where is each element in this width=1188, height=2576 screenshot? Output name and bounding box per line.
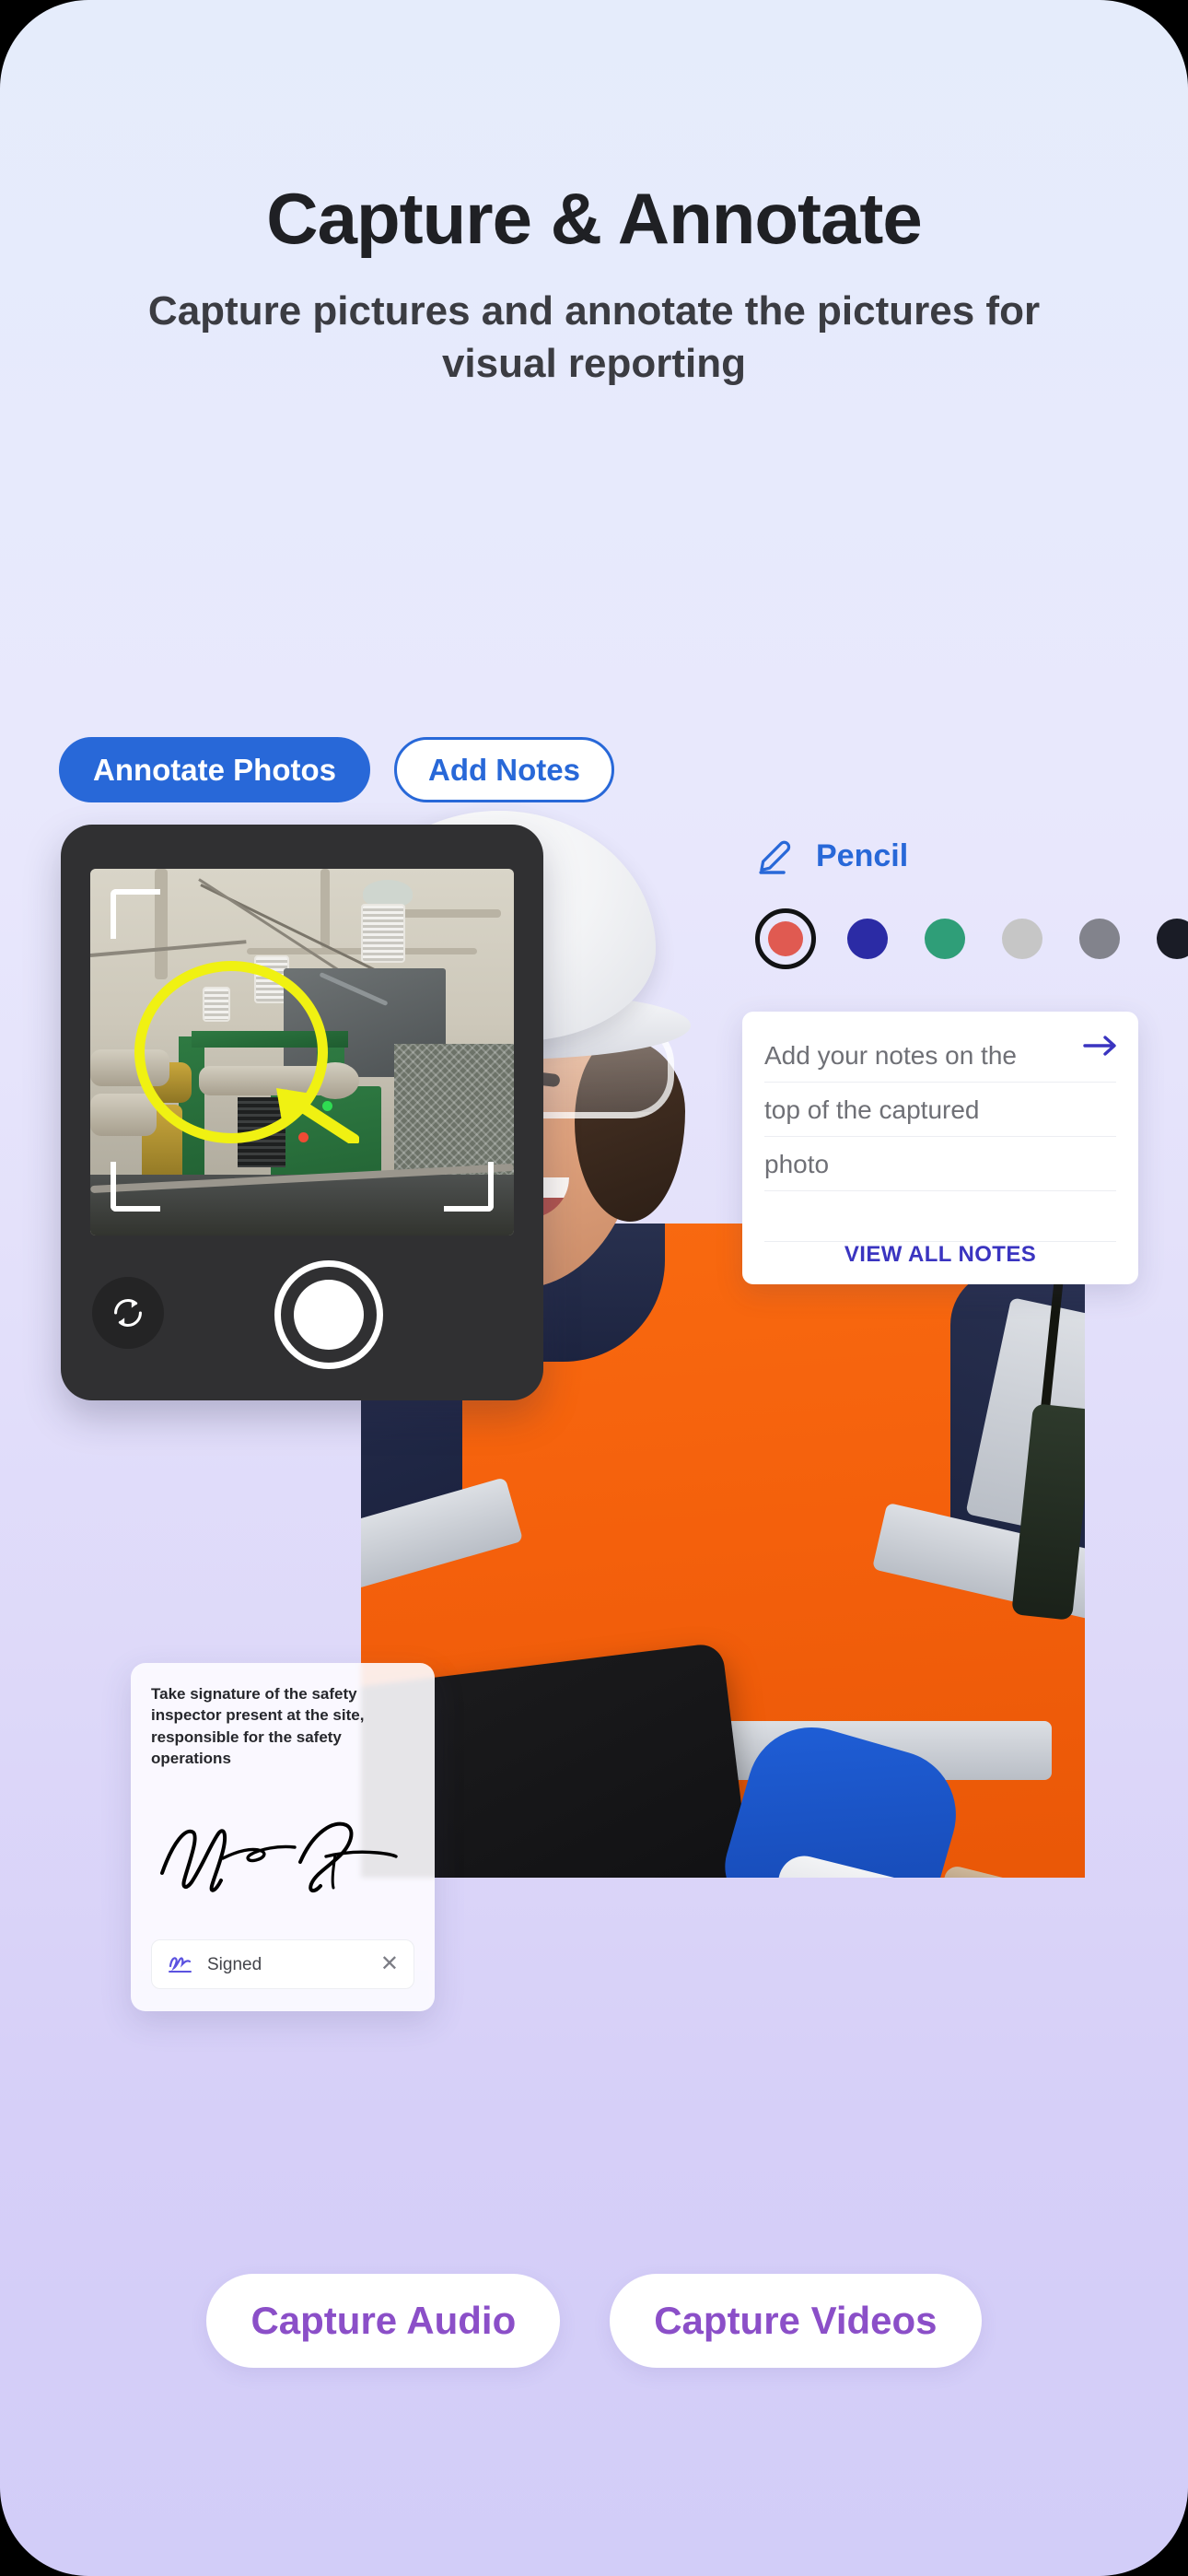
focus-bracket-bottom-left [111, 1162, 160, 1212]
capture-videos-button[interactable]: Capture Videos [610, 2274, 982, 2368]
header: Capture & Annotate Capture pictures and … [0, 181, 1188, 390]
pencil-icon [759, 840, 791, 874]
tab-add-notes[interactable]: Add Notes [393, 737, 614, 802]
camera-module [61, 825, 543, 1400]
flip-camera-icon [114, 1298, 142, 1328]
shutter-button[interactable] [274, 1260, 383, 1369]
annotation-tabs: Annotate Photos Add Notes [59, 737, 614, 802]
tab-annotate-photos[interactable]: Annotate Photos [59, 737, 370, 802]
roller [90, 1094, 157, 1136]
pencil-tool-header[interactable]: Pencil [755, 835, 1188, 877]
camera-controls [61, 1260, 543, 1375]
bottom-action-buttons: Capture Audio Capture Videos [0, 2274, 1188, 2368]
signed-status-row[interactable]: Signed ✕ [151, 1939, 414, 1989]
color-swatch-indigo[interactable] [842, 913, 893, 965]
color-swatch-gray[interactable] [1074, 913, 1125, 965]
phone-screen: Capture & Annotate Capture pictures and … [0, 0, 1188, 2576]
page-title: Capture & Annotate [266, 178, 922, 259]
pencil-tool-label: Pencil [816, 838, 909, 873]
capture-audio-button[interactable]: Capture Audio [206, 2274, 561, 2368]
color-swatches [755, 908, 1188, 969]
annotation-arrow [276, 1088, 359, 1143]
focus-bracket-bottom-right [444, 1162, 494, 1212]
view-all-notes-link[interactable]: VIEW ALL NOTES [742, 1242, 1138, 1268]
notes-card: Add your notes on the top of the capture… [742, 1012, 1138, 1284]
signed-label: Signed [207, 1954, 262, 1974]
signature-card: Take signature of the safety inspector p… [131, 1663, 435, 2011]
notes-input-area[interactable]: Add your notes on the top of the capture… [764, 1028, 1116, 1242]
signature-instruction: Take signature of the safety inspector p… [151, 1685, 365, 1768]
signature-drawing [160, 1821, 398, 1892]
pipe [320, 869, 330, 948]
wall-vent [361, 904, 405, 963]
note-line: photo [764, 1137, 1116, 1191]
flip-camera-button[interactable] [92, 1277, 164, 1349]
pencil-tool-panel: Pencil [755, 835, 1188, 969]
close-icon[interactable]: ✕ [380, 1953, 399, 1975]
camera-viewfinder[interactable] [90, 869, 514, 1235]
color-swatch-green[interactable] [919, 913, 971, 965]
note-line: top of the captured [764, 1083, 1116, 1137]
focus-bracket-top-left [111, 889, 160, 939]
color-swatch-red[interactable] [755, 908, 816, 969]
color-swatch-black[interactable] [1151, 913, 1188, 965]
color-swatch-light-gray[interactable] [996, 913, 1048, 965]
note-line-empty [764, 1191, 1116, 1242]
page-subtitle: Capture pictures and annotate the pictur… [147, 287, 1041, 386]
signature-icon [169, 1957, 192, 1973]
note-line: Add your notes on the [764, 1028, 1116, 1083]
